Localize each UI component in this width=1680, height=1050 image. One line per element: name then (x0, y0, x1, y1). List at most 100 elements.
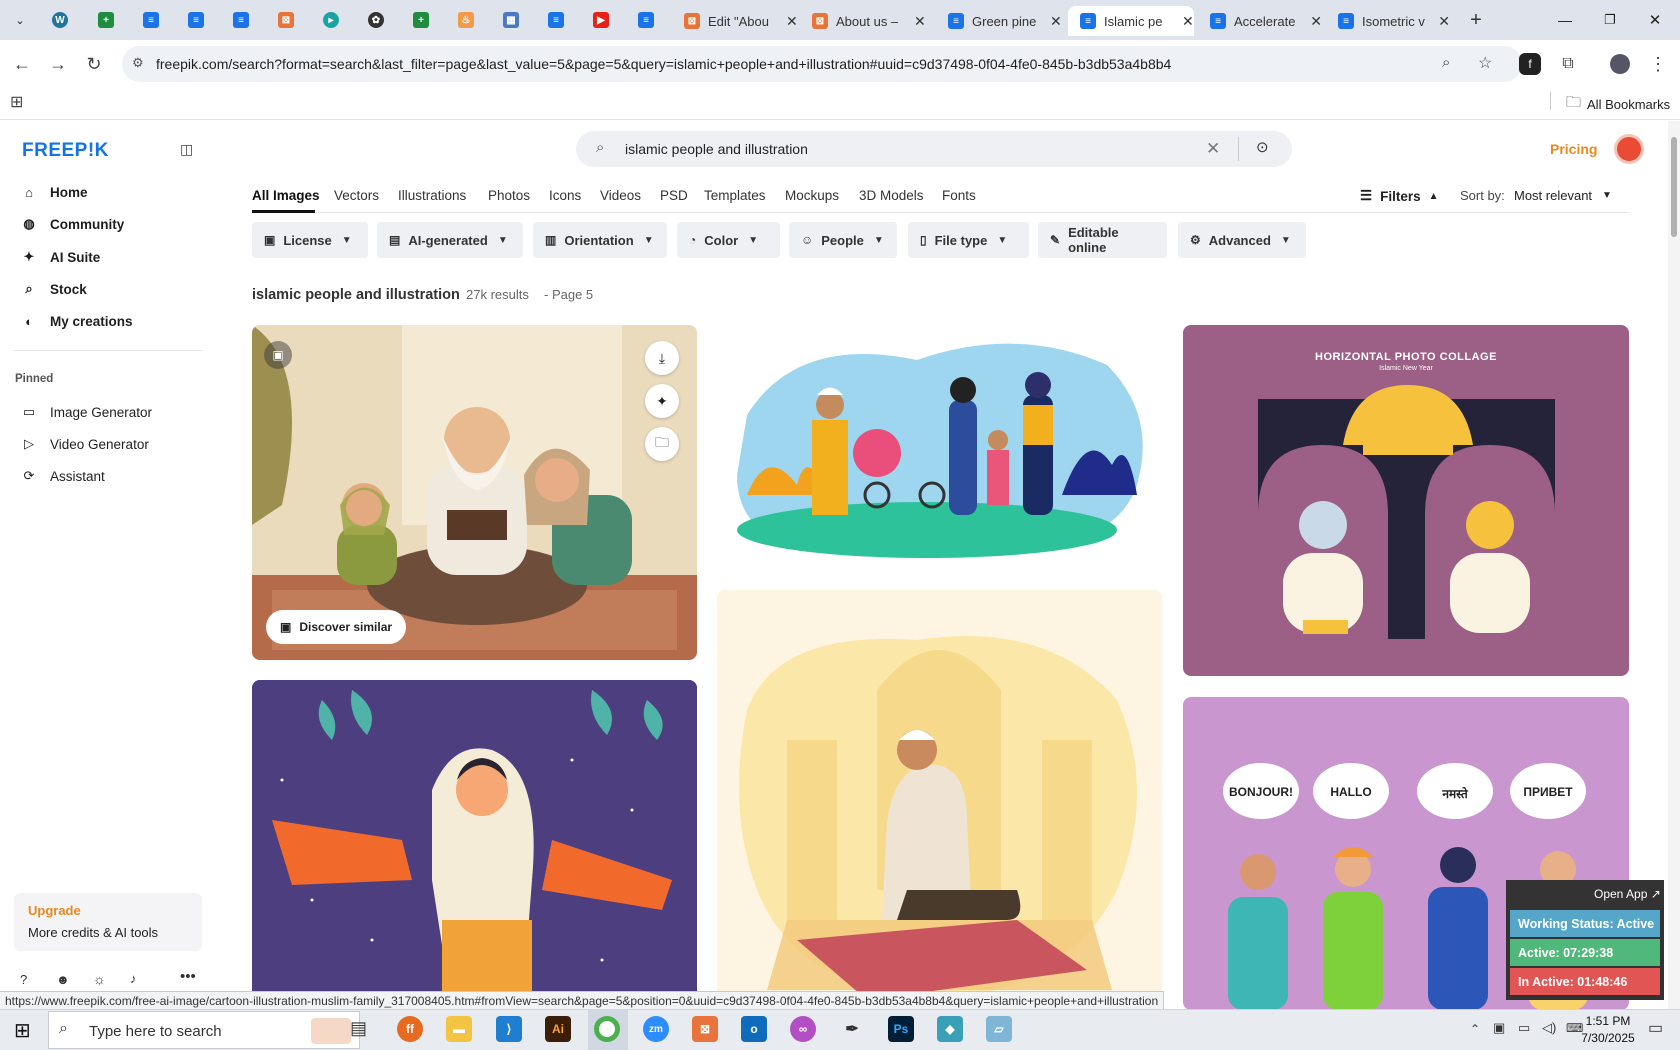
camera-icon[interactable]: ⊙ (1256, 138, 1269, 156)
filter-ai-generated[interactable]: ▤ AI-generated ▼ (377, 222, 523, 258)
close-icon[interactable]: ✕ (914, 13, 926, 30)
bookmark-star-icon[interactable]: ☆ (1478, 53, 1492, 73)
pinned-tab-docs[interactable]: ≡ (546, 10, 566, 30)
sidebar-item-ai-suite[interactable]: ✦ AI Suite (20, 245, 101, 269)
filter-advanced[interactable]: ⚙ Advanced ▼ (1178, 222, 1306, 258)
zoom-icon[interactable]: ⌕ (1442, 54, 1450, 71)
tab-edit-about[interactable]: ⊠ Edit "Abou ✕ (684, 6, 808, 36)
clear-search-icon[interactable]: ✕ (1206, 139, 1220, 159)
pinned-tab-sheets[interactable]: + (96, 10, 116, 30)
sidebar-item-assistant[interactable]: ⟳ Assistant (20, 464, 105, 488)
zoom-app-icon[interactable]: zm (643, 1016, 669, 1042)
sidebar-item-community[interactable]: ◍ Community (20, 212, 124, 236)
tray-app-icon[interactable]: ▣ (1493, 1020, 1505, 1036)
chrome-icon[interactable] (594, 1016, 620, 1042)
tab-videos[interactable]: Videos (600, 188, 641, 203)
tab-photos[interactable]: Photos (488, 188, 530, 203)
sidebar-item-stock[interactable]: ⌕ Stock (20, 277, 86, 301)
bell-icon[interactable]: ♪ (130, 971, 137, 986)
pinned-tab-app[interactable]: ▸ (321, 10, 341, 30)
download-icon[interactable]: ⤓ (645, 341, 679, 375)
notepad-icon[interactable]: ▱ (986, 1016, 1012, 1042)
result-card-photo-collage[interactable]: HORIZONTAL PHOTO COLLAGE Islamic New Yea… (1183, 325, 1629, 676)
discord-icon[interactable]: ☻ (56, 972, 70, 987)
tab-3d-models[interactable]: 3D Models (859, 188, 924, 203)
photoshop-icon[interactable]: Ps (888, 1016, 914, 1042)
close-icon[interactable]: ✕ (1182, 13, 1194, 30)
upgrade-card[interactable]: Upgrade More credits & AI tools (14, 893, 202, 951)
volume-icon[interactable]: ◁) (1542, 1020, 1556, 1036)
pinned-tab-youtube[interactable]: ▶ (591, 10, 611, 30)
pinned-tab-docs[interactable]: ≡ (186, 10, 206, 30)
filter-orientation[interactable]: ▥ Orientation ▼ (533, 222, 667, 258)
close-icon[interactable]: ✕ (1438, 13, 1450, 30)
tab-about-us[interactable]: ⊠ About us – ✕ (812, 6, 936, 36)
theme-icon[interactable]: ☼ (93, 971, 106, 987)
result-card-woman-joy[interactable] (252, 680, 697, 1010)
close-window-button[interactable]: ✕ (1645, 10, 1665, 30)
extensions-puzzle-icon[interactable]: ⧉ (1554, 50, 1582, 78)
vscode-icon[interactable]: ⟩ (496, 1016, 522, 1042)
pen-tool-icon[interactable]: ✒ (839, 1016, 865, 1042)
tab-all-images[interactable]: All Images (252, 188, 320, 203)
tray-chevron-icon[interactable]: ⌃ (1470, 1022, 1480, 1036)
extension-f-icon[interactable]: f (1519, 53, 1541, 75)
tab-mockups[interactable]: Mockups (785, 188, 839, 203)
forward-button[interactable]: → (44, 50, 72, 78)
back-button[interactable]: ← (8, 50, 36, 78)
sidebar-item-video-generator[interactable]: ▷ Video Generator (20, 432, 149, 456)
collapse-sidebar-icon[interactable]: ◫ (180, 141, 193, 158)
sidebar-item-home[interactable]: ⌂ Home (20, 180, 87, 204)
pinned-tab-chatgpt[interactable]: ✿ (366, 10, 386, 30)
app-diamond-icon[interactable]: ◆ (937, 1016, 963, 1042)
filter-editable-online[interactable]: ✎ Editable online (1038, 222, 1167, 258)
tab-islamic-people[interactable]: ≡ Islamic pe ✕ (1068, 6, 1194, 36)
tab-templates[interactable]: Templates (704, 188, 766, 203)
pinned-tab-app[interactable]: ▦ (501, 10, 521, 30)
tab-vectors[interactable]: Vectors (334, 188, 379, 203)
taskbar-search-box[interactable]: ⌕ Type here to search (48, 1011, 360, 1049)
pricing-link[interactable]: Pricing (1550, 141, 1597, 157)
apps-grid-icon[interactable]: ⊞ (10, 92, 23, 112)
tab-illustrations[interactable]: Illustrations (398, 188, 466, 203)
creative-cloud-icon[interactable]: ∞ (790, 1016, 816, 1042)
profile-avatar[interactable] (1606, 50, 1634, 78)
close-icon[interactable]: ✕ (786, 13, 798, 30)
url-bar[interactable]: ⚙ freepik.com/search?format=search&last_… (122, 46, 1522, 82)
notifications-icon[interactable]: ▭ (1648, 1018, 1663, 1038)
restore-button[interactable]: ❐ (1600, 10, 1620, 30)
pinned-tab-wordpress[interactable]: W (50, 10, 70, 30)
filter-people[interactable]: ☺ People ▼ (789, 222, 897, 258)
clock-date[interactable]: 7/30/2025 (1575, 1031, 1641, 1045)
pinned-tab-sheets[interactable]: + (411, 10, 431, 30)
sidebar-item-my-creations[interactable]: ◐ My creations (20, 309, 132, 333)
discover-similar-button[interactable]: ▣ Discover similar (266, 610, 407, 644)
more-icon[interactable]: ••• (180, 968, 196, 985)
site-info-icon[interactable]: ⚙ (132, 55, 144, 71)
windows-start-icon[interactable]: ⊞ (14, 1018, 31, 1043)
page-scrollbar[interactable] (1668, 121, 1680, 1009)
close-icon[interactable]: ✕ (1310, 13, 1322, 30)
minimize-button[interactable]: — (1555, 10, 1575, 30)
network-icon[interactable]: ▭ (1518, 1020, 1530, 1036)
tab-icons[interactable]: Icons (549, 188, 581, 203)
xampp-icon[interactable]: ⊠ (692, 1016, 718, 1042)
reload-button[interactable]: ↻ (80, 50, 108, 78)
sort-dropdown[interactable]: Most relevant ▼ (1514, 188, 1612, 203)
filters-toggle[interactable]: ☰ Filters ▲ (1360, 188, 1439, 204)
tab-accelerate[interactable]: ≡ Accelerate ✕ (1198, 6, 1322, 36)
freepik-logo[interactable]: FREEP!K (22, 140, 109, 162)
tab-green-pine[interactable]: ≡ Green pine ✕ (940, 6, 1064, 36)
scrollbar-thumb[interactable] (1671, 137, 1677, 237)
result-card-family-walk[interactable] (717, 325, 1162, 573)
add-to-collection-icon[interactable]: 🗀 (645, 427, 679, 461)
user-avatar[interactable] (1614, 134, 1644, 164)
sidebar-item-image-generator[interactable]: ▭ Image Generator (20, 400, 152, 424)
outlook-icon[interactable]: o (741, 1016, 767, 1042)
result-card-muslim-family[interactable]: ▣ ⤓ ✦ 🗀 ▣ Discover similar (252, 325, 697, 660)
search-bar[interactable]: ⌕ islamic people and illustration ✕ ⊙ (576, 131, 1292, 167)
close-icon[interactable]: ✕ (1050, 13, 1062, 30)
search-input[interactable]: islamic people and illustration (625, 141, 808, 157)
filter-license[interactable]: ▣ License ▼ (252, 222, 368, 258)
open-app-link[interactable]: Open App ↗ (1594, 887, 1661, 901)
